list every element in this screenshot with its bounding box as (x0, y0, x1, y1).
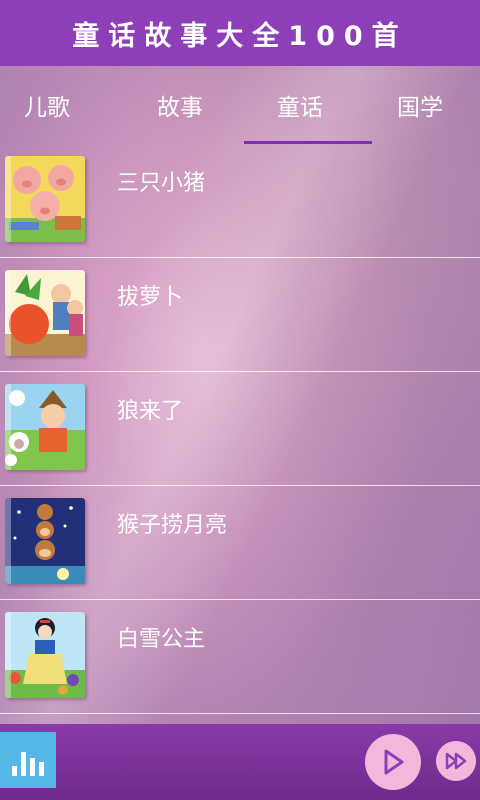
tab-nursery-rhymes[interactable]: 儿歌 (0, 66, 120, 144)
tab-fairy-tales[interactable]: 童话 (240, 66, 372, 144)
boy-who-cried-wolf-cover (5, 384, 85, 470)
play-icon (384, 749, 404, 775)
category-tabs: 儿歌 故事 童话 国学 (0, 66, 480, 144)
list-item[interactable]: 拔萝卜 (0, 258, 480, 372)
equalizer-icon-bar (30, 758, 35, 776)
tab-label: 国学 (397, 95, 443, 121)
story-title: 三只小猪 (117, 171, 206, 196)
list-item[interactable]: 猴子捞月亮 (0, 486, 480, 600)
equalizer-button[interactable] (0, 732, 56, 788)
player-bar (0, 724, 480, 800)
story-title: 狼来了 (117, 399, 184, 424)
monkeys-scoop-moon-cover (5, 498, 85, 584)
fast-forward-button[interactable] (436, 741, 476, 781)
list-item[interactable]: 三只小猪 (0, 144, 480, 258)
story-title: 拔萝卜 (117, 285, 184, 310)
snow-white-cover (5, 612, 85, 698)
pulling-radish-cover (5, 270, 85, 356)
tab-label: 故事 (157, 95, 203, 121)
title-bar: 童话故事大全100首 (0, 0, 480, 66)
tab-label: 儿歌 (24, 95, 70, 121)
equalizer-icon-bar (21, 752, 26, 776)
story-title: 猴子捞月亮 (117, 513, 228, 538)
play-button[interactable] (365, 734, 421, 790)
tab-chinese-classics[interactable]: 国学 (360, 66, 480, 144)
tab-label: 童话 (277, 95, 323, 121)
list-item[interactable]: 白雪公主 (0, 600, 480, 714)
story-title: 白雪公主 (117, 627, 206, 652)
fast-forward-icon (445, 752, 467, 770)
story-list: 三只小猪 拔萝卜 狼来了 猴子捞月亮 白雪公主 (0, 144, 480, 724)
three-little-pigs-cover (5, 156, 85, 242)
equalizer-icon (12, 766, 17, 776)
list-item[interactable]: 狼来了 (0, 372, 480, 486)
tab-stories[interactable]: 故事 (120, 66, 240, 144)
equalizer-icon-bar (39, 762, 44, 776)
app-title: 童话故事大全100首 (72, 20, 408, 52)
